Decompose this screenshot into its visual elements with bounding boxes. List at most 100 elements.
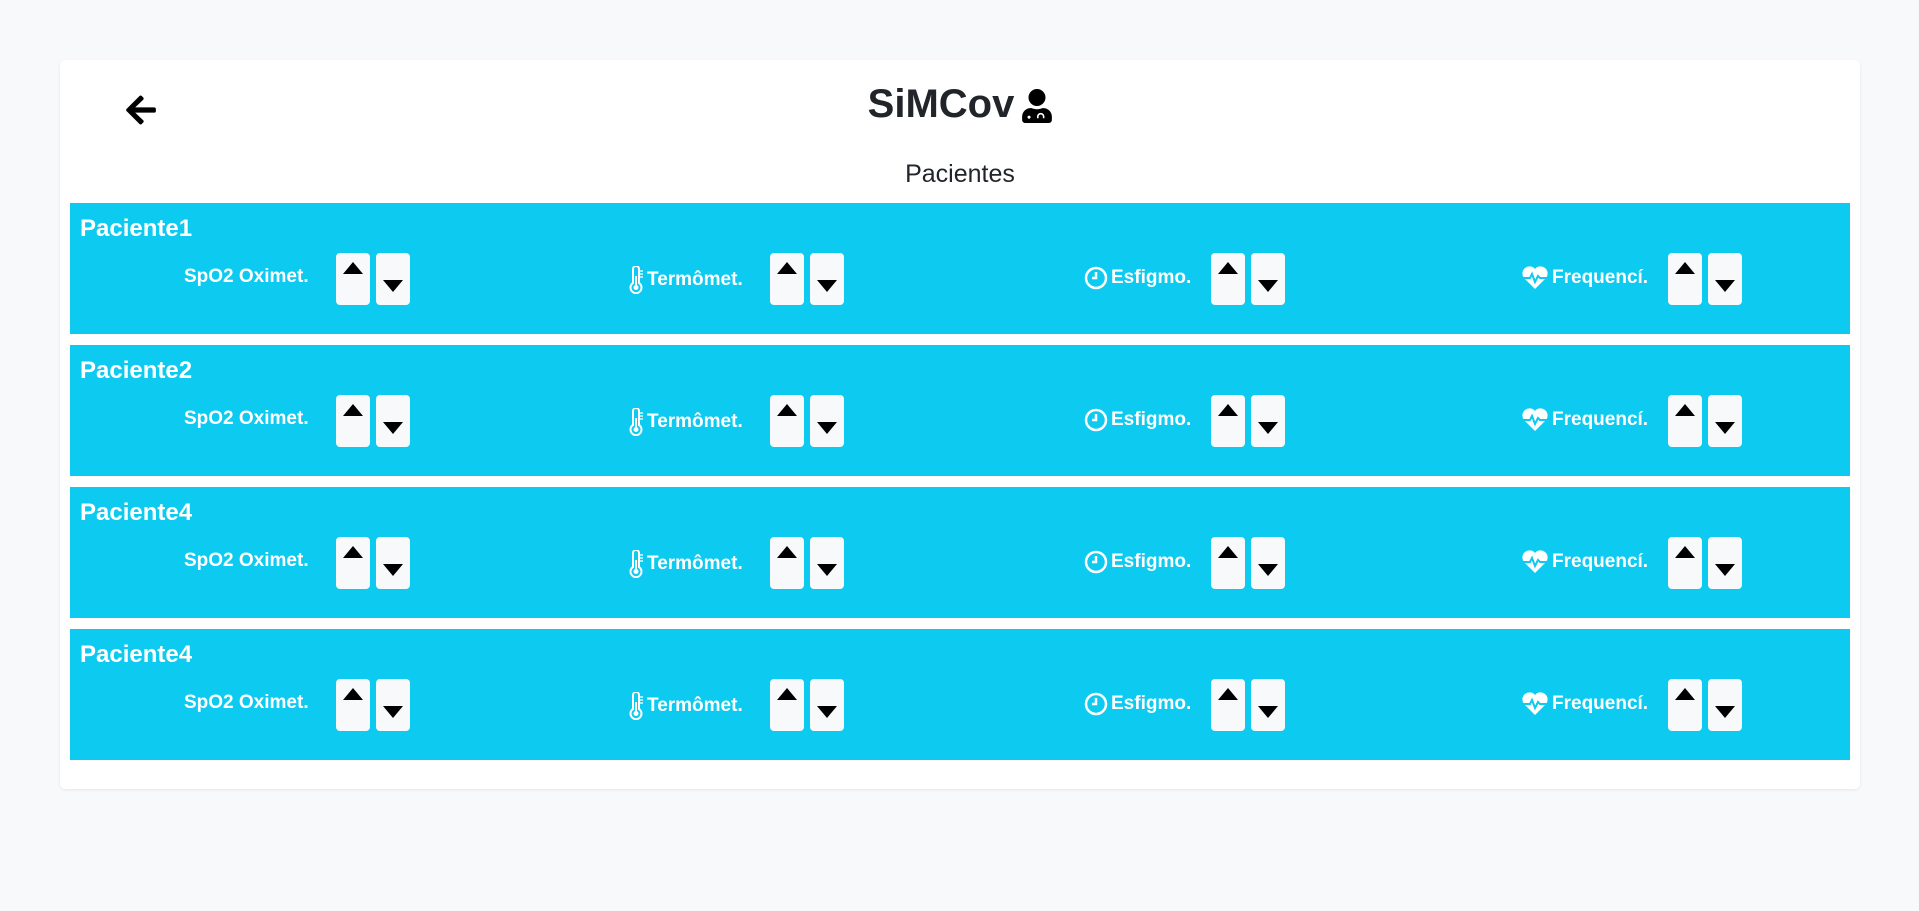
- increase-button[interactable]: [1668, 537, 1702, 589]
- increase-button[interactable]: [770, 537, 804, 589]
- clock-icon: [1084, 550, 1108, 574]
- caret-up-icon: [1218, 688, 1238, 700]
- caret-up-icon: [777, 404, 797, 416]
- sensor-label: Esfigmo.: [1111, 409, 1192, 430]
- decrease-button[interactable]: [1251, 395, 1285, 447]
- decrease-button[interactable]: [376, 253, 410, 305]
- caret-down-icon: [1715, 706, 1735, 718]
- sensor-label: Esfigmo.: [1111, 267, 1192, 288]
- section-subtitle: Pacientes: [905, 160, 1015, 188]
- increase-button[interactable]: [1211, 395, 1245, 447]
- caret-down-icon: [383, 706, 403, 718]
- caret-down-icon: [1715, 564, 1735, 576]
- caret-down-icon: [1258, 422, 1278, 434]
- caret-up-icon: [343, 546, 363, 558]
- caret-up-icon: [1675, 688, 1695, 700]
- decrease-button[interactable]: [1251, 253, 1285, 305]
- decrease-button[interactable]: [1708, 253, 1742, 305]
- decrease-button[interactable]: [1251, 679, 1285, 731]
- page-title: SiMCov: [60, 82, 1860, 127]
- heart-pulse-icon: [1522, 550, 1548, 573]
- increase-button[interactable]: [1211, 537, 1245, 589]
- sensor-label: Termômet.: [647, 553, 743, 574]
- sensor-label: Frequencí.: [1552, 551, 1649, 572]
- sensor-label: Frequencí.: [1552, 409, 1649, 430]
- increase-button[interactable]: [1668, 253, 1702, 305]
- user-doctor-icon: [1022, 88, 1053, 123]
- caret-down-icon: [817, 564, 837, 576]
- decrease-button[interactable]: [1708, 679, 1742, 731]
- caret-up-icon: [1218, 262, 1238, 274]
- increase-button[interactable]: [1668, 395, 1702, 447]
- thermometer-icon: [629, 550, 643, 578]
- sensor-label: SpO2 Oximet.: [184, 408, 309, 429]
- heart-pulse-icon: [1522, 266, 1548, 289]
- decrease-button[interactable]: [376, 679, 410, 731]
- sensor-label: SpO2 Oximet.: [184, 550, 309, 571]
- sensor-label: Esfigmo.: [1111, 693, 1192, 714]
- sensor-label: Frequencí.: [1552, 267, 1649, 288]
- decrease-button[interactable]: [810, 679, 844, 731]
- decrease-button[interactable]: [376, 537, 410, 589]
- caret-down-icon: [383, 422, 403, 434]
- sensor-label: Termômet.: [647, 269, 743, 290]
- heart-pulse-icon: [1522, 408, 1548, 431]
- sensor-label: SpO2 Oximet.: [184, 266, 309, 287]
- increase-button[interactable]: [336, 253, 370, 305]
- increase-button[interactable]: [770, 679, 804, 731]
- caret-down-icon: [1258, 280, 1278, 292]
- patient-name: Paciente4: [80, 499, 193, 526]
- increase-button[interactable]: [336, 537, 370, 589]
- heart-pulse-icon: [1522, 692, 1548, 715]
- caret-up-icon: [777, 262, 797, 274]
- caret-down-icon: [383, 564, 403, 576]
- caret-down-icon: [1715, 422, 1735, 434]
- caret-up-icon: [1218, 404, 1238, 416]
- increase-button[interactable]: [1211, 253, 1245, 305]
- decrease-button[interactable]: [1708, 537, 1742, 589]
- caret-up-icon: [1675, 404, 1695, 416]
- sensor-label: Esfigmo.: [1111, 551, 1192, 572]
- increase-button[interactable]: [1668, 679, 1702, 731]
- caret-up-icon: [777, 688, 797, 700]
- increase-button[interactable]: [336, 679, 370, 731]
- caret-up-icon: [777, 546, 797, 558]
- patient-row: Paciente2 SpO2 Oximet. Termômet. Esfigmo…: [70, 345, 1850, 476]
- clock-icon: [1084, 408, 1108, 432]
- sensor-label: Termômet.: [647, 695, 743, 716]
- decrease-button[interactable]: [1251, 537, 1285, 589]
- caret-down-icon: [1258, 706, 1278, 718]
- sensor-label: Frequencí.: [1552, 693, 1649, 714]
- decrease-button[interactable]: [810, 537, 844, 589]
- main-card: SiMCov Pacientes Paciente1 SpO2 Oximet.: [60, 60, 1860, 789]
- thermometer-icon: [629, 692, 643, 720]
- sensor-label: Termômet.: [647, 411, 743, 432]
- decrease-button[interactable]: [376, 395, 410, 447]
- increase-button[interactable]: [770, 253, 804, 305]
- caret-up-icon: [1675, 546, 1695, 558]
- caret-down-icon: [817, 280, 837, 292]
- caret-up-icon: [343, 262, 363, 274]
- patient-name: Paciente1: [80, 215, 193, 242]
- sensor-label: SpO2 Oximet.: [184, 692, 309, 713]
- patient-row: Paciente1 SpO2 Oximet. Termômet. Esfigmo…: [70, 203, 1850, 334]
- increase-button[interactable]: [1211, 679, 1245, 731]
- patient-name: Paciente2: [80, 357, 193, 384]
- decrease-button[interactable]: [1708, 395, 1742, 447]
- thermometer-icon: [629, 266, 643, 294]
- caret-down-icon: [817, 706, 837, 718]
- caret-down-icon: [1715, 280, 1735, 292]
- caret-up-icon: [1218, 546, 1238, 558]
- app-title: SiMCov: [867, 82, 1015, 126]
- caret-down-icon: [383, 280, 403, 292]
- decrease-button[interactable]: [810, 253, 844, 305]
- patient-row: Paciente4 SpO2 Oximet. Termômet. Esfigmo…: [70, 487, 1850, 618]
- increase-button[interactable]: [770, 395, 804, 447]
- patient-list: Paciente1 SpO2 Oximet. Termômet. Esfigmo…: [70, 203, 1850, 771]
- caret-down-icon: [817, 422, 837, 434]
- caret-up-icon: [343, 688, 363, 700]
- decrease-button[interactable]: [810, 395, 844, 447]
- clock-icon: [1084, 266, 1108, 290]
- thermometer-icon: [629, 408, 643, 436]
- increase-button[interactable]: [336, 395, 370, 447]
